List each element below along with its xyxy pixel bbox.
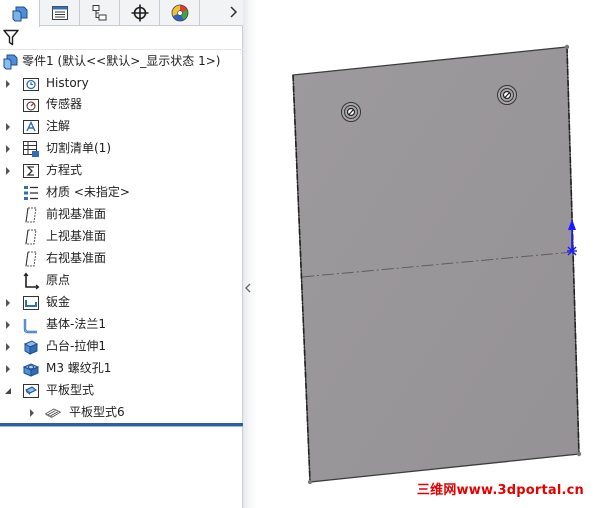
tree-item-label: 平板型式6	[69, 405, 125, 419]
material-icon	[22, 184, 40, 202]
tree-item-cut-list[interactable]: 切割清单(1)	[0, 138, 243, 159]
tree-item-base-flange[interactable]: 基体-法兰1	[0, 314, 243, 335]
expand-arrow-icon[interactable]	[3, 314, 13, 335]
manager-tab-bar	[0, 0, 243, 27]
tree-item-equations[interactable]: 方程式	[0, 160, 243, 181]
tree-item-right-plane[interactable]: 右视基准面	[0, 248, 243, 269]
expand-arrow-icon[interactable]	[27, 402, 37, 423]
annotations-icon	[22, 118, 40, 136]
color-wheel-icon	[170, 3, 190, 23]
sensors-icon	[22, 96, 40, 114]
feature-tree-icon	[10, 4, 30, 24]
tree-item-label: 钣金	[46, 295, 71, 309]
tree-item-front-plane[interactable]: 前视基准面	[0, 204, 243, 225]
part-icon	[2, 53, 20, 71]
propertymanager-tab[interactable]	[40, 0, 80, 26]
plane-icon	[22, 206, 40, 224]
sheet-metal-flat-plate[interactable]	[292, 46, 580, 483]
tree-item-flat-pattern[interactable]: 平板型式6	[0, 402, 243, 423]
tree-item-label: History	[46, 76, 89, 90]
tree-item-label: 右视基准面	[46, 251, 107, 265]
featuremanager-tab[interactable]	[0, 0, 40, 27]
plate-vertex	[576, 451, 582, 457]
flat-pattern-icon	[44, 404, 62, 422]
tree-item-label: 基体-法兰1	[46, 317, 106, 331]
threaded-hole-2[interactable]	[497, 85, 517, 105]
plate-vertex	[308, 480, 312, 484]
tabs-more-button[interactable]	[226, 4, 240, 22]
sheet-metal-icon	[22, 294, 40, 312]
tree-item-label: 注解	[46, 119, 71, 133]
tree-item-label: 上视基准面	[46, 229, 107, 243]
collapse-arrow-icon[interactable]	[3, 380, 13, 401]
expand-arrow-icon[interactable]	[3, 160, 13, 181]
dimxpert-tab[interactable]	[120, 0, 160, 26]
expand-arrow-icon[interactable]	[3, 358, 13, 379]
tree-item-origin[interactable]: 原点	[0, 270, 243, 291]
plane-icon	[22, 250, 40, 268]
graphics-area[interactable]: 三维网www.3dportal.cn	[257, 0, 600, 508]
display-manager-tab[interactable]	[160, 0, 200, 26]
tree-root-label: 零件1 (默认<<默认>_显示状态 1>)	[22, 54, 221, 68]
tree-item-sensors[interactable]: 传感器	[0, 94, 243, 115]
tree-item-label: 传感器	[46, 97, 83, 111]
tree-item-boss-extrude[interactable]: 凸台-拉伸1	[0, 336, 243, 357]
rollback-bar-shadow	[0, 426, 243, 427]
tree-item-material[interactable]: 材质 <未指定>	[0, 182, 243, 203]
flat-pattern-folder-icon	[22, 382, 40, 400]
property-list-icon	[50, 3, 70, 23]
tree-item-label: 方程式	[46, 163, 83, 177]
tree-item-history[interactable]: History	[0, 73, 243, 94]
model-view[interactable]	[257, 0, 600, 508]
filter-icon[interactable]	[3, 29, 19, 49]
hole-wizard-icon	[22, 360, 40, 378]
crosshair-icon	[130, 3, 150, 23]
tree-item-sheet-metal[interactable]: 钣金	[0, 292, 243, 313]
tree-item-label: 材质 <未指定>	[46, 185, 130, 199]
configurationmanager-tab[interactable]	[80, 0, 120, 26]
tree-item-label: 凸台-拉伸1	[46, 339, 106, 353]
boss-extrude-icon	[22, 338, 40, 356]
tree-root-part[interactable]: 零件1 (默认<<默认>_显示状态 1>)	[0, 51, 243, 72]
history-folder-icon	[22, 75, 40, 93]
cut-list-icon	[22, 140, 40, 158]
expand-arrow-icon[interactable]	[3, 292, 13, 313]
tree-item-hole-wizard[interactable]: M3 螺纹孔1	[0, 358, 243, 379]
tree-item-flat-pattern-folder[interactable]: 平板型式	[0, 380, 243, 401]
tree-item-top-plane[interactable]: 上视基准面	[0, 226, 243, 247]
tree-item-label: 切割清单(1)	[46, 141, 111, 155]
expand-arrow-icon[interactable]	[3, 336, 13, 357]
tree-filter-input[interactable]	[21, 29, 240, 47]
tree-item-label: 原点	[46, 273, 71, 287]
chevron-left-icon	[245, 282, 251, 296]
tree-item-label: 前视基准面	[46, 207, 107, 221]
threaded-hole-1[interactable]	[341, 102, 361, 122]
panel-splitter[interactable]	[243, 0, 257, 508]
expand-arrow-icon[interactable]	[3, 138, 13, 159]
plane-icon	[22, 228, 40, 246]
tree-filter-bar	[0, 26, 243, 50]
tree-item-annotations[interactable]: 注解	[0, 116, 243, 137]
feature-manager-panel: 零件1 (默认<<默认>_显示状态 1>) History 传感器 注解 切割清…	[0, 0, 243, 508]
equations-icon	[22, 162, 40, 180]
tree-item-label: M3 螺纹孔1	[46, 361, 112, 375]
expand-arrow-icon[interactable]	[3, 73, 13, 94]
splitter-collapse-button[interactable]	[244, 282, 252, 296]
origin-icon	[22, 272, 40, 290]
expand-arrow-icon[interactable]	[3, 116, 13, 137]
tree-item-label: 平板型式	[46, 383, 95, 397]
configuration-icon	[90, 3, 110, 23]
plate-vertex	[564, 44, 570, 50]
site-watermark: 三维网www.3dportal.cn	[416, 483, 584, 498]
base-flange-icon	[22, 316, 40, 334]
chevron-right-icon	[228, 5, 238, 21]
